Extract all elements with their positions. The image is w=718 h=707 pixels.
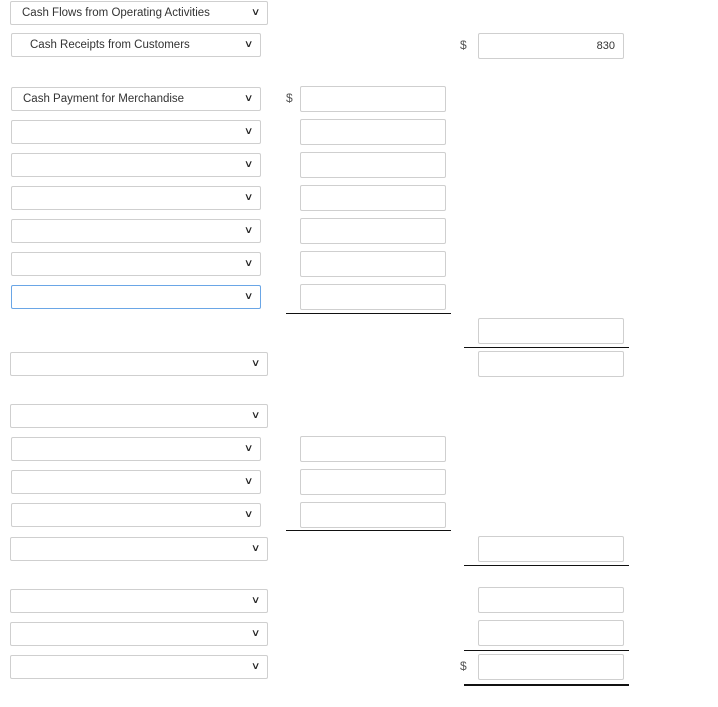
chevron-down-icon: ∨ [243, 39, 254, 50]
line-item-select[interactable]: ∨ [11, 470, 261, 494]
amount-input[interactable] [300, 251, 446, 277]
amount-input[interactable] [300, 502, 446, 528]
chevron-down-icon: ∨ [250, 7, 261, 18]
line-item-select[interactable]: ∨ [10, 589, 268, 613]
line-item-select[interactable]: ∨ [11, 285, 261, 309]
line-item-select[interactable]: Cash Receipts from Customers ∨ [11, 33, 261, 57]
total-double-line [464, 684, 629, 686]
select-label: Cash Payment for Merchandise [23, 93, 185, 105]
amount-input[interactable] [300, 284, 446, 310]
line-item-select[interactable]: ∨ [11, 503, 261, 527]
line-item-select[interactable]: ∨ [11, 186, 261, 210]
line-item-select[interactable]: ∨ [11, 437, 261, 461]
amount-input[interactable] [300, 218, 446, 244]
amount-input[interactable] [478, 318, 624, 344]
line-item-select[interactable]: ∨ [10, 655, 268, 679]
subtotal-line [464, 347, 629, 348]
chevron-down-icon: ∨ [250, 595, 261, 606]
dollar-sign: $ [460, 659, 467, 673]
amount-input[interactable] [300, 86, 446, 112]
chevron-down-icon: ∨ [243, 258, 254, 269]
subtotal-line [286, 313, 451, 314]
chevron-down-icon: ∨ [243, 192, 254, 203]
line-item-select[interactable]: ∨ [11, 252, 261, 276]
subtotal-line [286, 530, 451, 531]
dollar-sign: $ [460, 38, 467, 52]
amount-input[interactable] [300, 185, 446, 211]
chevron-down-icon: ∨ [250, 661, 261, 672]
amount-input[interactable] [478, 351, 624, 377]
chevron-down-icon: ∨ [243, 126, 254, 137]
chevron-down-icon: ∨ [243, 476, 254, 487]
line-item-select[interactable]: Cash Flows from Operating Activities ∨ [10, 1, 268, 25]
total-input[interactable] [478, 654, 624, 680]
chevron-down-icon: ∨ [243, 443, 254, 454]
line-item-select[interactable]: ∨ [10, 404, 268, 428]
line-item-select[interactable]: ∨ [11, 153, 261, 177]
line-item-select[interactable]: ∨ [11, 120, 261, 144]
chevron-down-icon: ∨ [250, 410, 261, 421]
line-item-select[interactable]: ∨ [10, 352, 268, 376]
amount-input[interactable] [478, 620, 624, 646]
chevron-down-icon: ∨ [250, 358, 261, 369]
select-label: Cash Flows from Operating Activities [22, 7, 210, 19]
line-item-select[interactable]: Cash Payment for Merchandise ∨ [11, 87, 261, 111]
subtotal-line [464, 650, 629, 651]
amount-input[interactable] [300, 119, 446, 145]
chevron-down-icon: ∨ [243, 509, 254, 520]
amount-input[interactable] [300, 436, 446, 462]
chevron-down-icon: ∨ [250, 628, 261, 639]
chevron-down-icon: ∨ [243, 291, 254, 302]
amount-input[interactable] [300, 152, 446, 178]
dollar-sign: $ [286, 91, 293, 105]
amount-input[interactable] [300, 469, 446, 495]
amount-input[interactable] [478, 536, 624, 562]
chevron-down-icon: ∨ [243, 225, 254, 236]
chevron-down-icon: ∨ [250, 543, 261, 554]
line-item-select[interactable]: ∨ [10, 622, 268, 646]
chevron-down-icon: ∨ [243, 159, 254, 170]
line-item-select[interactable]: ∨ [11, 219, 261, 243]
select-label: Cash Receipts from Customers [30, 39, 190, 51]
amount-input[interactable] [478, 587, 624, 613]
chevron-down-icon: ∨ [243, 93, 254, 104]
amount-input[interactable]: 830 [478, 33, 624, 59]
line-item-select[interactable]: ∨ [10, 537, 268, 561]
subtotal-line [464, 565, 629, 566]
